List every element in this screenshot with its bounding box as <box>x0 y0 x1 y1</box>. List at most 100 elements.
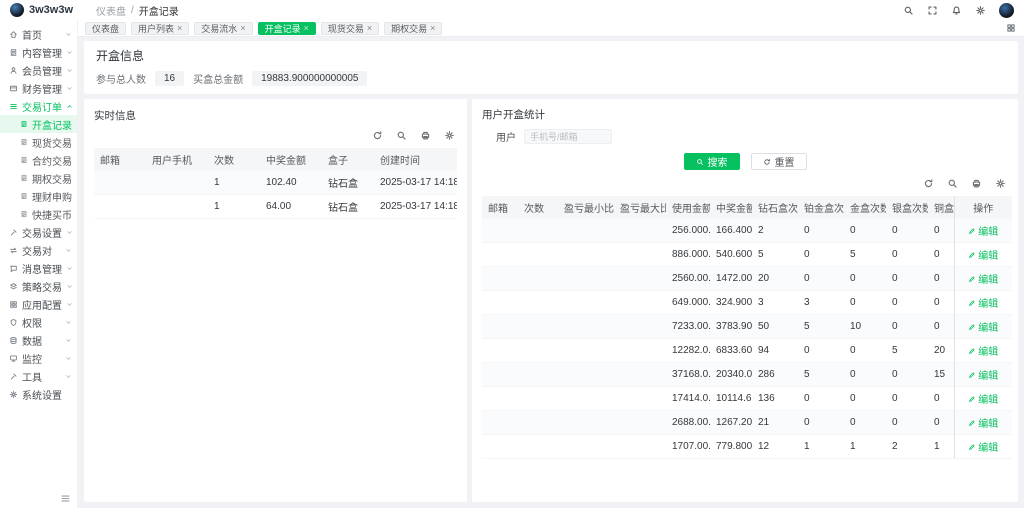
chevron-down-icon <box>65 319 72 326</box>
chevron-down-icon <box>65 31 72 38</box>
sidebar-item-app-config[interactable]: 应用配置 <box>0 295 77 313</box>
zoom-icon[interactable] <box>947 178 958 189</box>
chevron-down-icon <box>66 85 73 92</box>
search-icon[interactable] <box>903 5 914 16</box>
tab-spot-trade[interactable]: 现货交易× <box>321 22 379 35</box>
edit-pencil-icon <box>968 347 976 355</box>
tab-dashboard[interactable]: 仪表盘 <box>85 22 126 35</box>
tab-list-icon[interactable] <box>1006 23 1016 33</box>
sidebar-item-permissions[interactable]: 权限 <box>0 313 77 331</box>
edit-button[interactable]: 编辑 <box>968 247 998 262</box>
reset-button[interactable]: 重置 <box>751 153 807 170</box>
stat-total-amount-label: 买盒总金额 <box>193 71 243 86</box>
sidebar-item-messages[interactable]: 消息管理 <box>0 259 77 277</box>
table-row[interactable]: 2560.00...1472.00... 200 00 0 编辑 <box>482 267 1012 291</box>
edit-button[interactable]: 编辑 <box>968 271 998 286</box>
avatar[interactable] <box>999 3 1014 18</box>
sidebar-collapse-icon[interactable] <box>60 493 71 504</box>
edit-button[interactable]: 编辑 <box>968 295 998 310</box>
table-header-row: 邮箱次数 盈亏最小比例盈亏最大比例 使用金额中奖金额 钻石盒次数铂金盒次数 金盒… <box>482 196 1012 219</box>
reset-icon <box>763 158 771 166</box>
column-settings-icon[interactable] <box>995 178 1006 189</box>
chevron-down-icon <box>65 247 72 254</box>
sidebar-item-trade-orders[interactable]: 交易订单 <box>0 97 77 115</box>
edit-pencil-icon <box>968 443 976 451</box>
sidebar-subitem-quick-buy[interactable]: 快捷买币 <box>0 205 77 223</box>
tab-close-icon[interactable]: × <box>367 24 372 33</box>
tab-trade-flow[interactable]: 交易流水× <box>194 22 252 35</box>
table-row[interactable]: 1707.00...779.800... 121 12 1 编辑 <box>482 435 1012 459</box>
breadcrumb: 仪表盘 / 开盒记录 <box>96 3 179 18</box>
edit-button[interactable]: 编辑 <box>968 391 998 406</box>
edit-pencil-icon <box>968 299 976 307</box>
sidebar-item-monitor[interactable]: 监控 <box>0 349 77 367</box>
table-row[interactable]: 256.000...166.400... 20 00 0 编辑 <box>482 219 1012 243</box>
sidebar-item-data[interactable]: 数据 <box>0 331 77 349</box>
sidebar-item-member[interactable]: 会员管理 <box>0 61 77 79</box>
search-button[interactable]: 搜索 <box>684 153 740 170</box>
print-icon[interactable] <box>420 130 431 141</box>
sidebar-item-trade-settings[interactable]: 交易设置 <box>0 223 77 241</box>
tab-close-icon[interactable]: × <box>240 24 245 33</box>
chevron-down-icon <box>66 283 73 290</box>
edit-pencil-icon <box>968 251 976 259</box>
edit-button[interactable]: 编辑 <box>968 439 998 454</box>
app-logo[interactable]: 3w3w3w <box>10 3 82 17</box>
sidebar-subitem-option-trade[interactable]: 期权交易 <box>0 169 77 187</box>
chevron-down-icon <box>66 301 73 308</box>
breadcrumb-page: 开盒记录 <box>139 3 179 18</box>
sidebar-item-content[interactable]: 内容管理 <box>0 43 77 61</box>
tab-option-trade[interactable]: 期权交易× <box>384 22 442 35</box>
sidebar-subitem-box-records[interactable]: 开盒记录 <box>0 115 77 133</box>
tab-bar: 仪表盘 用户列表× 交易流水× 开盒记录× 现货交易× 期权交易× <box>78 20 1024 37</box>
sidebar-item-trade-pairs[interactable]: 交易对 <box>0 241 77 259</box>
sidebar-subitem-contract-trade[interactable]: 合约交易 <box>0 151 77 169</box>
breadcrumb-separator: / <box>131 5 134 16</box>
notification-icon[interactable] <box>951 5 962 16</box>
user-filter-input[interactable] <box>524 129 612 144</box>
sidebar-subitem-wealth-subscribe[interactable]: 理财申购 <box>0 187 77 205</box>
table-row[interactable]: 7233.00...3783.90... 505 100 0 编辑 <box>482 315 1012 339</box>
edit-button[interactable]: 编辑 <box>968 415 998 430</box>
edit-button[interactable]: 编辑 <box>968 367 998 382</box>
sidebar-subitem-spot-trade[interactable]: 现货交易 <box>0 133 77 151</box>
table-header-row: 邮箱用户手机 次数中奖金额 盒子创建时间 <box>94 148 457 171</box>
chevron-down-icon <box>66 229 73 236</box>
edit-button[interactable]: 编辑 <box>968 223 998 238</box>
table-row[interactable]: 1 102.40钻石盒2025-03-17 14:18:20 <box>94 171 457 195</box>
edit-button[interactable]: 编辑 <box>968 319 998 334</box>
tab-box-records[interactable]: 开盒记录× <box>258 22 316 35</box>
chevron-down-icon <box>66 265 73 272</box>
sidebar-item-system-settings[interactable]: 系统设置 <box>0 385 77 403</box>
table-row[interactable]: 17414.0...10114.6... 1360 00 0 编辑 <box>482 387 1012 411</box>
sidebar-item-tools[interactable]: 工具 <box>0 367 77 385</box>
table-row[interactable]: 886.000...540.600... 50 50 0 编辑 <box>482 243 1012 267</box>
top-bar: 3w3w3w 仪表盘 / 开盒记录 <box>0 0 1024 20</box>
refresh-icon[interactable] <box>372 130 383 141</box>
tab-user-list[interactable]: 用户列表× <box>131 22 189 35</box>
tab-close-icon[interactable]: × <box>304 24 309 33</box>
refresh-icon[interactable] <box>923 178 934 189</box>
sidebar-item-finance[interactable]: 财务管理 <box>0 79 77 97</box>
table-row[interactable]: 649.000...324.900... 33 00 0 编辑 <box>482 291 1012 315</box>
settings-icon[interactable] <box>975 5 986 16</box>
sidebar-item-strategy-trade[interactable]: 策略交易 <box>0 277 77 295</box>
print-icon[interactable] <box>971 178 982 189</box>
breadcrumb-section[interactable]: 仪表盘 <box>96 3 126 18</box>
table-row[interactable]: 12282.0...6833.60... 940 05 20 编辑 <box>482 339 1012 363</box>
sidebar-item-home[interactable]: 首页 <box>0 25 77 43</box>
edit-pencil-icon <box>968 371 976 379</box>
sidebar: 首页 内容管理 会员管理 财务管理 交易订单 开盒记录 现货交易 合约交易 期权… <box>0 20 78 508</box>
column-settings-icon[interactable] <box>444 130 455 141</box>
fullscreen-icon[interactable] <box>927 5 938 16</box>
table-row[interactable]: 37168.0...20340.0... 2865 00 15 编辑 <box>482 363 1012 387</box>
table-row[interactable]: 2688.00...1267.20... 210 00 0 编辑 <box>482 411 1012 435</box>
user-filter-label: 用户 <box>496 129 516 144</box>
edit-button[interactable]: 编辑 <box>968 343 998 358</box>
table-row[interactable]: 1 64.00钻石盒2025-03-17 14:18:12 <box>94 195 457 219</box>
realtime-title: 实时信息 <box>94 108 457 123</box>
edit-pencil-icon <box>968 323 976 331</box>
zoom-icon[interactable] <box>396 130 407 141</box>
tab-close-icon[interactable]: × <box>177 24 182 33</box>
tab-close-icon[interactable]: × <box>430 24 435 33</box>
